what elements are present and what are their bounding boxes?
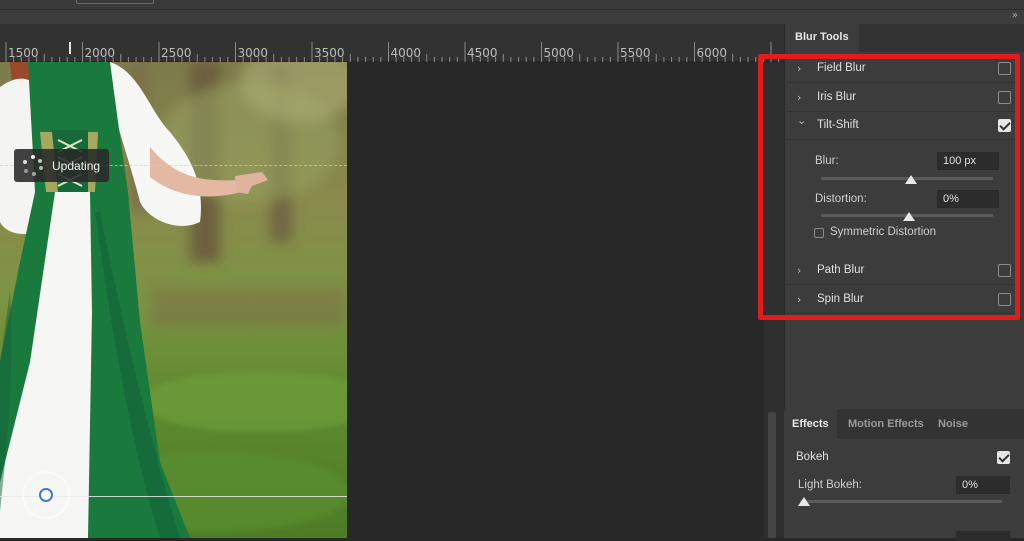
light-bokeh-label: Light Bokeh: bbox=[798, 479, 862, 491]
ruler-label: 2500 bbox=[161, 46, 192, 60]
updating-indicator: Updating bbox=[14, 149, 109, 182]
tab-noise[interactable]: Noise bbox=[930, 409, 976, 439]
panel-collapse-strip: » bbox=[0, 10, 1024, 24]
ruler-label: 3500 bbox=[314, 46, 345, 60]
ruler-label: 2000 bbox=[84, 46, 116, 60]
ruler-label: 5500 bbox=[620, 46, 651, 60]
light-bokeh-slider-thumb[interactable] bbox=[798, 497, 810, 506]
light-bokeh-slider-track[interactable] bbox=[800, 500, 1002, 503]
updating-text: Updating bbox=[52, 158, 101, 173]
ruler-label: 5000 bbox=[543, 46, 575, 60]
photo-image bbox=[0, 62, 347, 538]
effects-content: Bokeh Light Bokeh: 0% bbox=[784, 439, 1024, 541]
bokeh-color-field[interactable] bbox=[956, 531, 1010, 541]
options-button-left[interactable] bbox=[76, 0, 154, 4]
tab-effects[interactable]: Effects bbox=[784, 409, 837, 439]
collapse-panels-icon[interactable]: » bbox=[1012, 10, 1018, 21]
pin-center-icon bbox=[39, 488, 53, 502]
options-button-right[interactable] bbox=[163, 0, 241, 4]
tab-blur-tools[interactable]: Blur Tools bbox=[785, 24, 859, 52]
ruler-label: 4000 bbox=[390, 46, 422, 60]
horizontal-ruler: 1500 2000 2500 3000 3500 4000 4500 5000 5500 6000 bbox=[0, 24, 784, 62]
highlight-box bbox=[758, 54, 1020, 320]
effects-tab-bar: Effects Motion Effects Noise bbox=[784, 409, 1024, 439]
bokeh-checkbox[interactable] bbox=[997, 451, 1010, 464]
blur-pin-handle[interactable] bbox=[22, 471, 70, 519]
panel-tab-bar: Blur Tools bbox=[785, 24, 1024, 52]
document-canvas[interactable]: Updating bbox=[0, 62, 764, 538]
tab-motion-effects[interactable]: Motion Effects bbox=[840, 409, 932, 439]
scrollbar-thumb[interactable] bbox=[768, 412, 776, 538]
bokeh-label: Bokeh bbox=[796, 451, 829, 463]
ruler-label: 4500 bbox=[467, 46, 498, 60]
ruler-label: 1500 bbox=[8, 46, 39, 60]
ruler-label: 3000 bbox=[237, 46, 269, 60]
light-bokeh-field[interactable]: 0% bbox=[956, 476, 1010, 494]
options-bar bbox=[0, 0, 1024, 10]
ruler-label: 6000 bbox=[696, 46, 728, 60]
spinner-icon bbox=[22, 154, 44, 177]
